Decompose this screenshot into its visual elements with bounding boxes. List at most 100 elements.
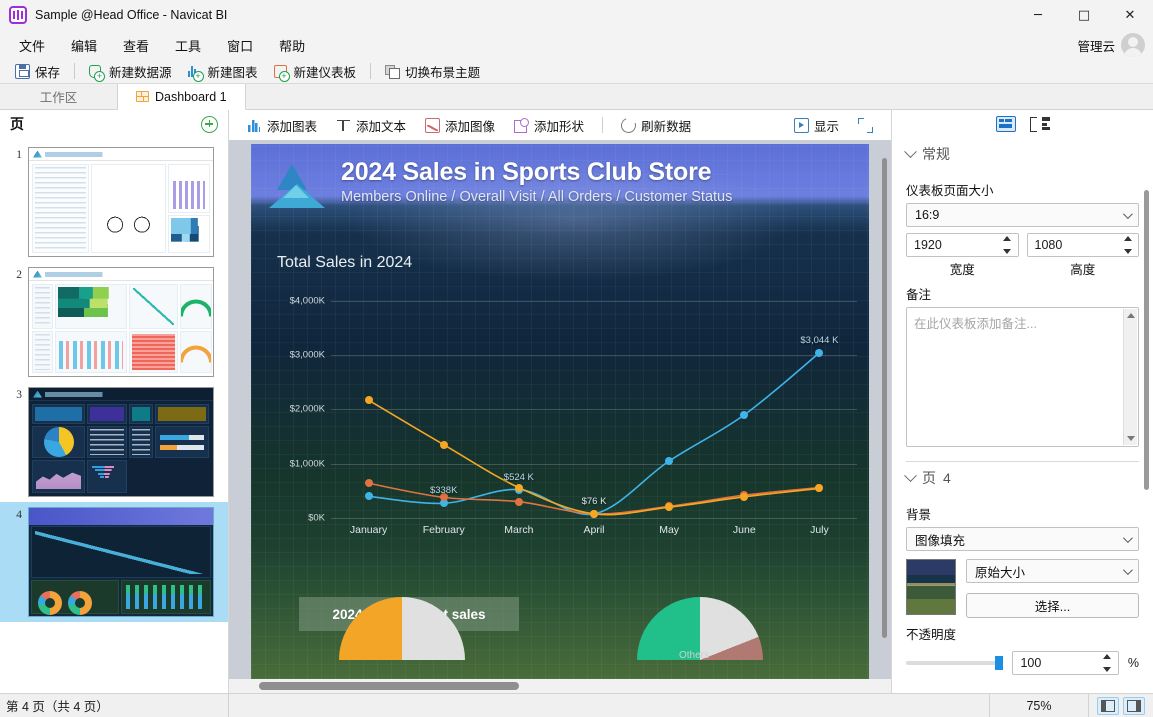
line-chart[interactable]: $0K$1,000K$2,000K$3,000K$4,000KJanuaryFe… [277,282,863,591]
add-chart-button[interactable]: 添加图表 [239,113,325,138]
thumb-heatmap [132,334,176,371]
chart-data-point[interactable] [515,484,523,492]
layout-tab-icon[interactable] [1030,116,1050,132]
chart-data-point[interactable] [515,498,523,506]
add-text-button[interactable]: 添加文本 [328,113,414,138]
minimize-button[interactable]: ─ [1015,0,1061,31]
chart-data-point[interactable] [815,484,823,492]
chart-data-point[interactable] [665,457,673,465]
thumb-header [29,268,213,281]
thumb-gauge [180,300,212,317]
thumb-cell [129,426,154,458]
page-size-select[interactable]: 16:9 [906,203,1139,227]
dashboard-header: 2024 Sales in Sports Club Store Members … [251,144,869,227]
opacity-input[interactable]: 100 [1012,651,1118,675]
page-section-header[interactable]: 页 4 [906,462,1139,498]
account-area[interactable]: 管理云 [1077,31,1145,59]
chart-data-point[interactable] [740,411,748,419]
thumb-donut [68,591,92,615]
thumb-progress [160,445,203,450]
background-value: 图像填充 [915,530,965,549]
thumb-cell [32,460,85,494]
scrollbar-thumb[interactable] [259,682,519,690]
sports-club-logo-icon [269,164,325,214]
add-shape-button[interactable]: 添加形状 [506,113,592,138]
thumb-kpi [132,407,151,421]
chart-point-label: $3,044 K [800,335,838,346]
background-label: 背景 [906,504,1139,523]
notes-scrollbar[interactable] [1123,309,1137,445]
toggle-right-pane-icon[interactable] [1123,697,1145,715]
toolbar-separator-1 [74,63,75,79]
opacity-slider-knob[interactable] [995,656,1003,670]
canvas-vertical-scrollbar[interactable] [880,144,889,675]
thumb-bike [95,168,162,249]
refresh-data-button[interactable]: 刷新数据 [613,113,699,138]
chart-data-point[interactable] [590,510,598,518]
save-button[interactable]: 保存 [8,60,67,83]
opacity-slider[interactable] [906,654,1003,672]
thumb-body [29,161,213,256]
opacity-stepper[interactable] [1101,654,1114,672]
canvas-horizontal-scrollbar[interactable] [229,679,891,693]
properties-tab-icon[interactable] [996,116,1016,132]
dashboard-canvas[interactable]: 2024 Sales in Sports Club Store Members … [251,144,869,679]
donut-others-label: Others [679,650,709,661]
switch-theme-label: 切换布景主题 [405,62,480,81]
add-page-icon[interactable] [201,116,218,133]
size-inputs-row: 1920 1080 [906,233,1139,257]
properties-vertical-scrollbar[interactable] [1142,144,1151,683]
maximize-button[interactable]: □ [1061,0,1107,31]
fullscreen-button[interactable] [850,115,881,136]
chart-data-point[interactable] [740,493,748,501]
menu-tools[interactable]: 工具 [162,33,214,58]
thumb-logo-icon [33,391,42,398]
size-captions: 宽度 高度 [906,259,1139,278]
thumb-stacked-bars [126,585,206,609]
avatar[interactable] [1121,33,1145,57]
background-image-preview[interactable] [906,559,956,615]
image-size-select[interactable]: 原始大小 [966,559,1139,583]
chart-data-point[interactable] [665,503,673,511]
general-section-header[interactable]: 常规 [906,138,1139,174]
menu-view[interactable]: 查看 [110,33,162,58]
menu-edit[interactable]: 编辑 [58,33,110,58]
chart-data-point[interactable] [365,492,373,500]
add-shape-icon [514,118,529,133]
toggle-left-pane-icon[interactable] [1097,697,1119,715]
width-input[interactable]: 1920 [906,233,1019,257]
menu-help[interactable]: 帮助 [266,33,318,58]
thumb-kpi [90,407,123,421]
tab-workspace[interactable]: 工作区 [0,84,118,109]
page-thumbnail-2[interactable]: 2 [0,262,228,382]
add-image-button[interactable]: 添加图像 [417,113,503,138]
background-select[interactable]: 图像填充 [906,527,1139,551]
menu-window[interactable]: 窗口 [214,33,266,58]
close-button[interactable]: ✕ [1107,0,1153,31]
chart-data-point[interactable] [440,441,448,449]
new-datasource-button[interactable]: 新建数据源 [82,60,179,83]
chart-data-point[interactable] [815,349,823,357]
choose-image-button[interactable]: 选择... [966,593,1139,618]
new-dashboard-button[interactable]: 新建仪表板 [267,60,364,83]
width-stepper[interactable] [1001,236,1014,254]
height-input[interactable]: 1080 [1027,233,1140,257]
page-thumbnail-4[interactable]: 4 [0,502,228,622]
new-chart-button[interactable]: 新建图表 [181,60,265,83]
tab-dashboard-1[interactable]: Dashboard 1 [118,84,246,110]
zoom-level[interactable]: 75% [989,694,1089,717]
chart-data-point[interactable] [365,479,373,487]
chart-data-point[interactable] [365,396,373,404]
canvas-viewport[interactable]: 2024 Sales in Sports Club Store Members … [229,140,891,679]
thumb-logo-icon [33,151,42,158]
menu-file[interactable]: 文件 [6,33,58,58]
refresh-icon [619,115,639,135]
notes-textarea[interactable]: 在此仪表板添加备注... [906,307,1139,447]
page-thumbnail-3[interactable]: 3 [0,382,228,502]
height-stepper[interactable] [1121,236,1134,254]
thumb-title-bar [45,152,209,157]
page-thumbnail-1[interactable]: 1 [0,142,228,262]
total-sales-panel[interactable]: Total Sales in 2024 $0K$1,000K$2,000K$3,… [277,254,863,591]
switch-theme-button[interactable]: 切换布景主题 [378,60,487,83]
present-button[interactable]: 显示 [786,113,847,138]
